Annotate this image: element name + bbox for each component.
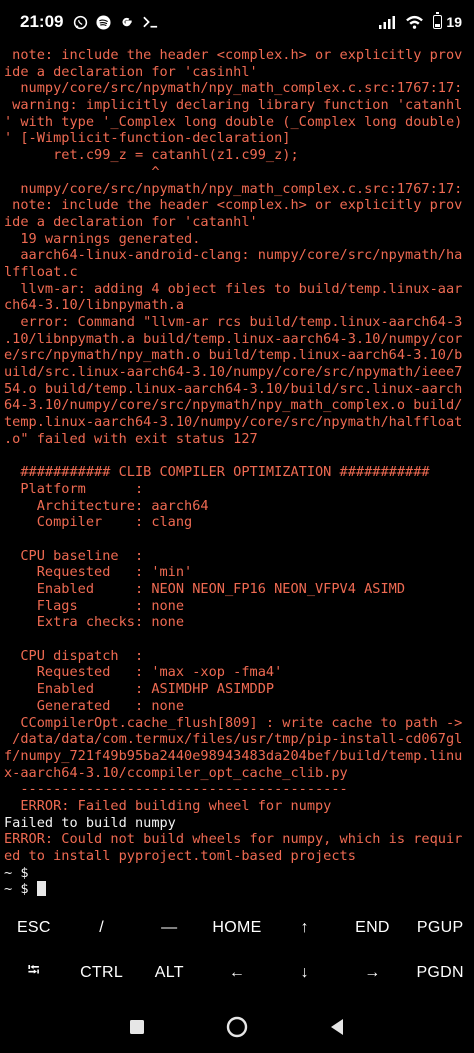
terminal-line: Flags : none xyxy=(4,597,185,614)
terminal-line: llvm-ar: adding 4 object files to build/… xyxy=(4,280,463,297)
terminal-output[interactable]: note: include the header <complex.h> or … xyxy=(0,47,474,897)
terminal-line: Requested : 'max -xop -fma4' xyxy=(4,664,283,681)
battery-level: 19 xyxy=(446,14,462,30)
key-pgup[interactable]: PGUP xyxy=(406,919,474,937)
terminal-line: ERROR: Failed building wheel for numpy xyxy=(4,797,332,814)
signal-icon xyxy=(378,15,396,29)
extra-keys-bar: ESC / — HOME ↑ END PGUP ⭾ CTRL ALT ← ↓ → PGDN xyxy=(0,905,474,995)
terminal-line: Enabled : ASIMDHP ASIMDDP xyxy=(4,681,275,698)
wifi-icon xyxy=(405,15,424,29)
terminal-line: ^ xyxy=(4,163,160,180)
terminal-line: uild/src.linux-aarch64-3.10/numpy/core/s… xyxy=(4,364,463,381)
terminal-line: ch64-3.10/libnpymath.a xyxy=(4,297,185,314)
terminal-line: ide a declaration for 'catanhl' xyxy=(4,213,258,230)
terminal-line: error: Command "llvm-ar rcs build/temp.l… xyxy=(4,314,463,330)
status-bar: 21:09 19 xyxy=(0,0,474,44)
terminal-line: Compiler : clang xyxy=(4,514,193,531)
battery-icon xyxy=(433,12,443,29)
shell-prompt: ~ $ xyxy=(4,881,37,897)
terminal-line: lffloat.c xyxy=(4,263,78,280)
terminal-line: ########### CLIB COMPILER OPTIMIZATION #… xyxy=(4,464,430,481)
terminal-line: Requested : 'min' xyxy=(4,564,193,581)
terminal-line: .10/libnpymath.a build/temp.linux-aarch6… xyxy=(4,330,463,347)
extra-keys-row-2: ⭾ CTRL ALT ← ↓ → PGDN xyxy=(0,950,474,995)
terminal-line: x-aarch64-3.10/ccompiler_opt_cache_clib.… xyxy=(4,764,348,781)
terminal-line: Extra checks: none xyxy=(4,614,185,631)
key-up-arrow[interactable]: ↑ xyxy=(271,919,339,937)
terminal-line: /data/data/com.termux/files/usr/tmp/pip-… xyxy=(4,731,463,748)
terminal-line: ---------------------------------------- xyxy=(4,781,348,798)
terminal-line: CCompilerOpt.cache_flush[809] : write ca… xyxy=(4,714,463,731)
terminal-line: temp.linux-aarch64-3.10/numpy/core/src/n… xyxy=(4,414,463,431)
whatsapp-icon xyxy=(73,15,88,30)
terminal-prompt-line[interactable]: ~ $ xyxy=(0,881,474,897)
terminal-line: note: include the header <complex.h> or … xyxy=(4,47,463,63)
terminal-line: ide a declaration for 'casinhl' xyxy=(4,63,258,80)
terminal-line: 54.o build/temp.linux-aarch64-3.10/build… xyxy=(4,380,463,397)
recents-icon[interactable] xyxy=(122,1012,152,1042)
key-slash[interactable]: / xyxy=(68,919,136,937)
terminal-line: numpy/core/src/npymath/npy_math_complex.… xyxy=(4,180,463,197)
terminal-line: ret.c99_z = catanhl(z1.c99_z); xyxy=(4,147,299,164)
system-icons: 19 xyxy=(378,12,462,30)
key-tab[interactable]: ⭾ xyxy=(0,959,68,986)
notification-icons xyxy=(73,14,159,30)
key-pgdn[interactable]: PGDN xyxy=(406,964,474,982)
terminal-line: ' [-Wimplicit-function-declaration] xyxy=(4,130,291,147)
terminal-line: ' with type '_Complex long double (_Comp… xyxy=(4,113,463,130)
terminal-line: 19 warnings generated. xyxy=(4,230,201,247)
navigation-bar xyxy=(0,1000,474,1053)
terminal-icon xyxy=(142,15,159,29)
terminal-line: Platform : xyxy=(4,480,144,497)
spotify-icon xyxy=(96,14,112,30)
home-icon[interactable] xyxy=(222,1012,252,1042)
key-left-arrow[interactable]: ← xyxy=(203,964,271,982)
key-dash[interactable]: — xyxy=(135,919,203,937)
terminal-line: e/src/npymath/npy_math.o build/temp.linu… xyxy=(4,347,463,364)
key-end[interactable]: END xyxy=(339,919,407,937)
back-icon[interactable] xyxy=(322,1012,352,1042)
terminal-line: ERROR: Could not build wheels for numpy,… xyxy=(4,831,463,848)
key-alt[interactable]: ALT xyxy=(135,964,203,982)
terminal-line: warning: implicitly declaring library fu… xyxy=(4,97,463,114)
terminal-line: Generated : none xyxy=(4,697,185,714)
terminal-line: ~ $ xyxy=(4,864,29,881)
key-ctrl[interactable]: CTRL xyxy=(68,964,136,982)
terminal-line: CPU baseline : xyxy=(4,547,144,564)
terminal-line: ed to install pyproject.toml-based proje… xyxy=(4,848,356,864)
terminal-line: Failed to build numpy xyxy=(4,814,176,831)
clock: 21:09 xyxy=(20,12,64,31)
key-right-arrow[interactable]: → xyxy=(339,964,407,982)
terminal-line: CPU dispatch : xyxy=(4,647,144,664)
terminal-line: aarch64-linux-android-clang: numpy/core/… xyxy=(4,247,463,264)
terminal-cursor xyxy=(36,881,46,897)
terminal-line: Architecture: aarch64 xyxy=(4,497,209,514)
terminal-line: .o" failed with exit status 127 xyxy=(4,430,258,447)
battery-indicator: 19 xyxy=(433,12,462,30)
terminal-line: note: include the header <complex.h> or … xyxy=(4,197,463,214)
google-icon xyxy=(119,15,134,30)
terminal-line: numpy/core/src/npymath/npy_math_complex.… xyxy=(4,80,463,97)
terminal-line: f/numpy_721f49b95ba2440e98943483da204bef… xyxy=(4,747,463,764)
key-home[interactable]: HOME xyxy=(203,919,271,937)
terminal-line: 64-3.10/numpy/core/src/npymath/npy_math_… xyxy=(4,397,463,414)
key-esc[interactable]: ESC xyxy=(0,919,68,937)
extra-keys-row-1: ESC / — HOME ↑ END PGUP xyxy=(0,905,474,950)
terminal-line: Enabled : NEON NEON_FP16 NEON_VFPV4 ASIM… xyxy=(4,581,406,597)
key-down-arrow[interactable]: ↓ xyxy=(271,964,339,982)
